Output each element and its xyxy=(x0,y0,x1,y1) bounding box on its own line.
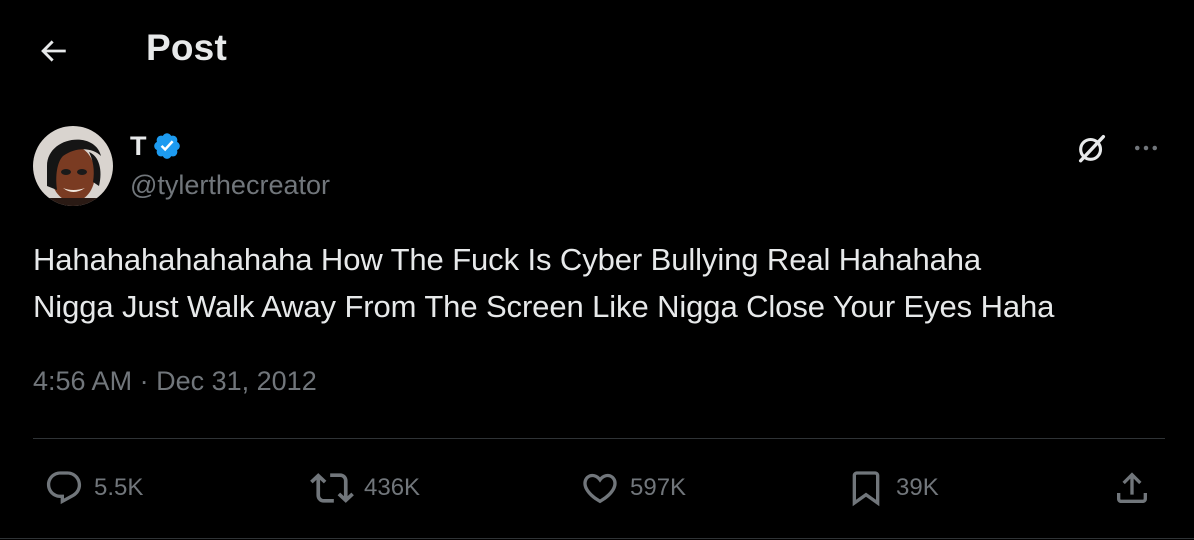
grok-icon xyxy=(1078,134,1106,163)
reply-icon xyxy=(46,471,82,505)
divider xyxy=(33,438,1165,439)
header: Post xyxy=(0,0,1194,100)
timestamp-separator: · xyxy=(139,366,149,396)
post-page: Post T @tylerthecreator Hahahahahahahaha… xyxy=(0,0,1194,540)
share-icon xyxy=(1117,472,1147,503)
tweet-time[interactable]: 4:56 AM xyxy=(33,366,132,396)
avatar[interactable] xyxy=(33,126,113,206)
share-button[interactable] xyxy=(1112,468,1152,508)
bookmark-button[interactable]: 39K xyxy=(846,468,939,508)
tweet-text-line: Hahahahahahahaha How The Fuck Is Cyber B… xyxy=(33,242,982,277)
tweet-text-line: Nigga Just Walk Away From The Screen Lik… xyxy=(33,289,1055,324)
more-icon xyxy=(1135,145,1157,151)
arrow-left-icon xyxy=(41,40,66,62)
heart-icon xyxy=(583,473,617,504)
bookmark-icon xyxy=(852,471,880,507)
tweet-text: Hahahahahahahaha How The Fuck Is Cyber B… xyxy=(33,236,1173,330)
author-name-row: T xyxy=(130,128,182,164)
repost-count: 436K xyxy=(364,474,421,501)
page-title: Post xyxy=(146,27,227,68)
reply-count: 5.5K xyxy=(94,474,144,501)
avatar-image xyxy=(33,126,113,206)
more-button[interactable] xyxy=(1128,130,1164,166)
tweet-date[interactable]: Dec 31, 2012 xyxy=(156,366,317,396)
author-name[interactable]: T xyxy=(130,131,147,162)
tweet-timestamp: 4:56 AM · Dec 31, 2012 xyxy=(33,366,317,397)
back-button[interactable] xyxy=(30,28,76,74)
verified-badge-icon[interactable] xyxy=(152,131,182,161)
grok-button[interactable] xyxy=(1074,130,1110,166)
repost-icon xyxy=(310,473,354,503)
bookmark-count: 39K xyxy=(896,474,939,501)
reply-button[interactable]: 5.5K xyxy=(44,468,143,508)
bottom-divider xyxy=(0,538,1194,539)
repost-button[interactable]: 436K xyxy=(310,468,420,508)
like-count: 597K xyxy=(630,474,687,501)
like-button[interactable]: 597K xyxy=(580,468,686,508)
author-handle[interactable]: @tylerthecreator xyxy=(130,170,330,201)
